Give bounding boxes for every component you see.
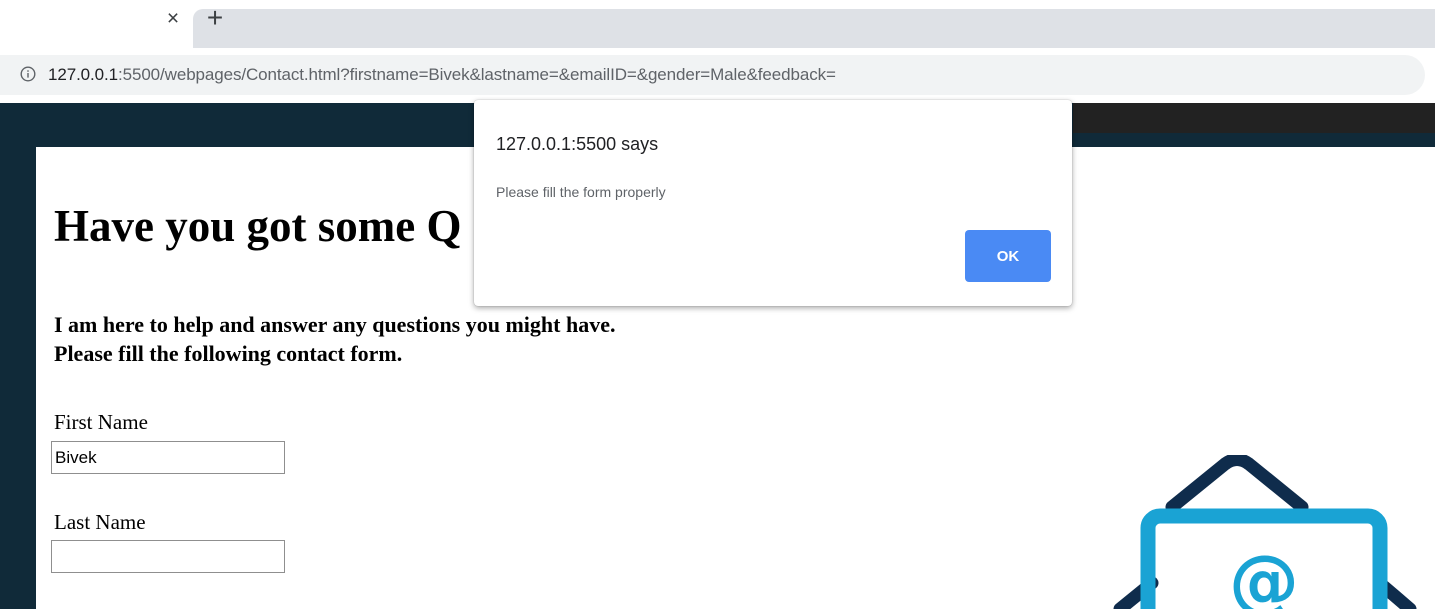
- last-name-label: Last Name: [54, 510, 146, 534]
- first-name-input[interactable]: [51, 441, 285, 474]
- dialog-message: Please fill the form properly: [496, 184, 666, 200]
- intro-text: I am here to help and answer any questio…: [54, 310, 615, 368]
- first-name-label: First Name: [54, 410, 148, 434]
- page-heading: Have you got some Q: [54, 201, 462, 251]
- address-bar[interactable]: 127.0.0.1:5500/webpages/Contact.html?fir…: [0, 55, 1425, 95]
- email-envelope-icon: @: [1113, 455, 1417, 609]
- tab-strip: × +: [0, 0, 1435, 48]
- close-tab-icon[interactable]: ×: [162, 6, 184, 32]
- page-top-bar: [1073, 103, 1435, 133]
- tab-strip-background: [193, 9, 1435, 48]
- new-tab-button[interactable]: +: [202, 4, 228, 32]
- intro-line-2: Please fill the following contact form.: [54, 341, 403, 366]
- browser-toolbar: 127.0.0.1:5500/webpages/Contact.html?fir…: [0, 48, 1435, 103]
- ok-button[interactable]: OK: [965, 230, 1051, 282]
- info-circle-icon[interactable]: [20, 66, 36, 82]
- intro-line-1: I am here to help and answer any questio…: [54, 312, 616, 337]
- svg-text:@: @: [1229, 540, 1299, 609]
- last-name-input[interactable]: [51, 540, 285, 573]
- alert-dialog: 127.0.0.1:5500 says Please fill the form…: [474, 100, 1072, 306]
- url-host: 127.0.0.1: [48, 65, 118, 84]
- dialog-title: 127.0.0.1:5500 says: [496, 134, 659, 154]
- url-text[interactable]: 127.0.0.1:5500/webpages/Contact.html?fir…: [48, 65, 836, 85]
- url-path: :5500/webpages/Contact.html?firstname=Bi…: [118, 65, 836, 84]
